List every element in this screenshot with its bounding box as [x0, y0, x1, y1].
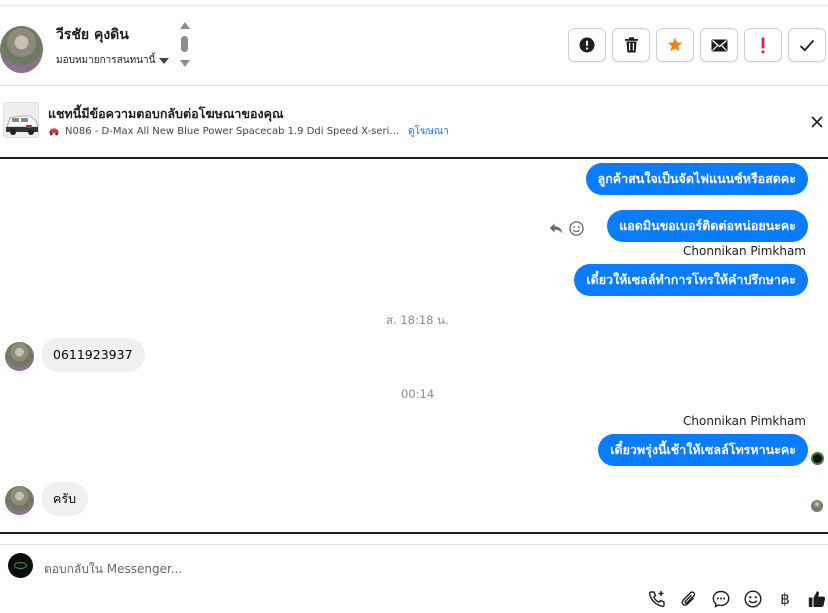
header-actions: [568, 28, 826, 62]
banner-divider: [0, 157, 828, 159]
report-spam-button[interactable]: [568, 28, 606, 62]
baht-icon: ฿: [780, 590, 790, 608]
paperclip-icon: [681, 591, 696, 606]
composer-toolbar: ฿: [646, 589, 828, 609]
composer-divider: [0, 544, 828, 545]
trash-icon: [624, 37, 638, 53]
mark-done-button[interactable]: [788, 28, 826, 62]
call-button[interactable]: [646, 589, 668, 609]
contact-seen-indicator: [811, 500, 823, 512]
ad-thumbnail[interactable]: [3, 102, 39, 138]
reply-icon[interactable]: [549, 223, 563, 234]
message-timestamp: 00:14: [401, 387, 435, 401]
close-banner-button[interactable]: [810, 114, 824, 128]
page-seen-indicator: [811, 452, 824, 465]
emoji-icon: [744, 590, 762, 608]
like-button[interactable]: [806, 589, 828, 609]
saved-reply-icon: [712, 590, 730, 608]
ad-reply-banner: แชทนี้มีข้อความตอบกลับต่อโฆษณาของคุณ N08…: [0, 86, 828, 156]
check-icon: [799, 39, 815, 52]
mark-important-button[interactable]: [744, 28, 782, 62]
close-icon: [811, 116, 823, 128]
exclamation-icon: [761, 37, 765, 53]
contact-name[interactable]: วีรชัย คุงดิน: [56, 24, 129, 46]
alert-circle-icon: [579, 37, 595, 53]
assign-label: มอบหมายการสนทนานี้: [56, 55, 156, 66]
incoming-message[interactable]: ครับ: [41, 482, 89, 516]
phone-plus-icon: [648, 591, 665, 608]
reply-input[interactable]: ตอบกลับใน Messenger...: [44, 560, 182, 579]
conversation-header: วีรชัย คุงดิน มอบหมายการสนทนานี้: [0, 6, 828, 84]
message-hover-actions: [549, 221, 584, 236]
contact-avatar-small[interactable]: [5, 342, 34, 371]
arrow-down-icon[interactable]: [180, 60, 190, 67]
sender-name: Chonnikan Pimkham: [683, 244, 806, 258]
outgoing-message[interactable]: แอดมินขอเบอร์ติดต่อหน่อยนะคะ: [607, 210, 808, 242]
envelope-icon: [711, 39, 727, 51]
chevron-down-icon: [159, 57, 170, 64]
arrow-up-icon[interactable]: [180, 22, 190, 29]
message-timestamp: ส. 18:18 น.: [386, 313, 449, 327]
payment-button[interactable]: ฿: [774, 589, 796, 609]
star-icon: [667, 37, 683, 52]
mark-unread-button[interactable]: [700, 28, 738, 62]
saved-replies-button[interactable]: [710, 589, 732, 609]
outgoing-message[interactable]: เดี๋ยวพรุ่งนี้เช้าให้เซลล์โทรหานะคะ: [598, 434, 808, 466]
conversation-nav[interactable]: [179, 22, 191, 68]
ad-name: N086 - D-Max All New Blue Power Spacecab…: [65, 126, 399, 137]
ad-banner-subtitle: N086 - D-Max All New Blue Power Spacecab…: [48, 124, 449, 139]
contact-avatar[interactable]: [0, 26, 43, 73]
sender-name: Chonnikan Pimkham: [683, 414, 806, 428]
thread-bottom-divider: [0, 532, 828, 534]
attach-button[interactable]: [678, 589, 700, 609]
scroll-handle-icon: [181, 36, 188, 52]
page-avatar: [8, 553, 33, 578]
thumbs-up-icon: [808, 591, 826, 607]
star-button[interactable]: [656, 28, 694, 62]
car-emoji-icon: [49, 128, 59, 136]
ad-banner-title: แชทนี้มีข้อความตอบกลับต่อโฆษณาของคุณ: [48, 106, 284, 121]
contact-avatar-small[interactable]: [5, 486, 34, 515]
outgoing-message[interactable]: เดี๋ยวให้เซลล์ทำการโทรให้คำปรึกษาคะ: [574, 264, 808, 296]
outgoing-message[interactable]: ลูกค้าสนใจเป็นจัดไฟแนนซ์หรือสดคะ: [585, 163, 808, 195]
car-image-icon: [4, 103, 38, 137]
delete-button[interactable]: [612, 28, 650, 62]
view-ad-link[interactable]: ดูโฆษณา: [408, 124, 449, 139]
emoji-react-icon[interactable]: [569, 221, 584, 236]
assign-conversation-dropdown[interactable]: มอบหมายการสนทนานี้: [56, 53, 170, 68]
incoming-message[interactable]: 0611923937: [41, 338, 145, 372]
emoji-button[interactable]: [742, 589, 764, 609]
